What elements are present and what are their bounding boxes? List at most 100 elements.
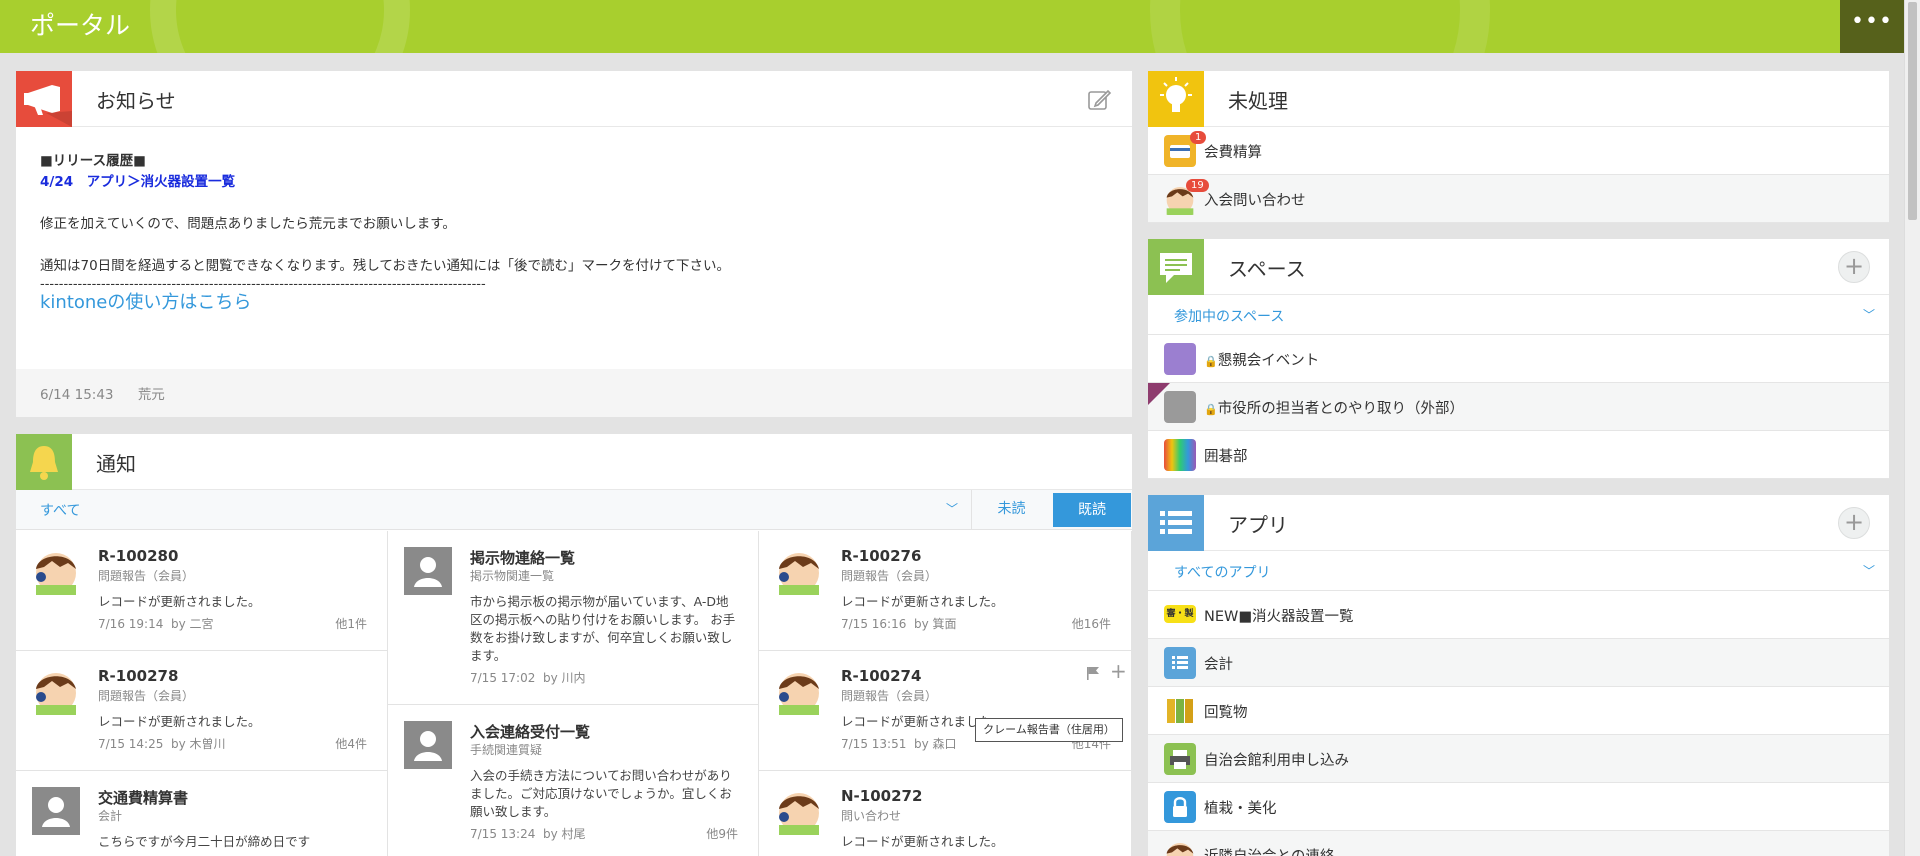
notifications-title: 通知 [96, 452, 136, 476]
pending-title: 未処理 [1228, 89, 1288, 113]
avatar [36, 553, 76, 595]
default-user-icon [404, 547, 452, 595]
notification-card[interactable]: 入会連絡受付一覧 手続関連質疑 入会の手続き方法についてお問い合わせがありました… [388, 705, 759, 856]
edit-icon[interactable] [1086, 87, 1112, 113]
notification-meta: 7/15 17:02 by 川内 [470, 671, 586, 685]
notification-count: 他1件 [335, 617, 367, 631]
app-item[interactable]: 自治会館利用申し込み [1148, 735, 1889, 783]
apps-filter[interactable]: すべてのアプリ ﹀ [1148, 551, 1889, 591]
notice-footer: 6/14 15:43 荒元 [16, 369, 1132, 417]
app-item[interactable]: 回覧物 [1148, 687, 1889, 735]
notification-app: 会計 [98, 809, 123, 823]
filter-all-dropdown[interactable]: すべて [40, 500, 80, 520]
app-item-label: 会計 [1204, 657, 1233, 673]
notification-card[interactable]: R-100280 問題報告（会員） レコードが更新されました。 7/16 19:… [16, 531, 388, 651]
more-menu-button[interactable]: ••• [1840, 0, 1904, 53]
list-icon [1164, 647, 1196, 679]
notification-app: 問題報告（会員） [98, 569, 195, 583]
notification-meta: 7/16 19:14 by 二宮 [98, 617, 214, 631]
pending-panel: 未処理 1 会費精算 19 入会問い合わせ [1148, 71, 1889, 223]
app-item[interactable]: 審・製 NEW■消火器設置一覧 [1148, 591, 1889, 639]
app-item-label: 自治会館利用申し込み [1204, 753, 1349, 769]
space-item[interactable]: 🔒市役所の担当者とのやり取り（外部） [1148, 383, 1889, 431]
notification-meta: 7/15 13:51 by 森口 [841, 737, 957, 751]
notification-card[interactable]: R-100274 問題報告（会員） レコードが更新されました。 7/15 13:… [759, 651, 1132, 771]
add-space-button[interactable]: + [1838, 251, 1870, 283]
spaces-filter-label[interactable]: 参加中のスペース [1174, 306, 1284, 326]
notification-title: 交通費精算書 [98, 789, 189, 807]
app-item[interactable]: 植栽・美化 [1148, 783, 1889, 831]
notification-title: R-100274 [841, 667, 922, 685]
notification-card[interactable]: R-100278 問題報告（会員） レコードが更新されました。 7/15 14:… [16, 651, 388, 771]
space-item-label: 🔒市役所の担当者とのやり取り（外部） [1204, 401, 1465, 417]
notification-app: 手続関連質疑 [470, 743, 543, 757]
chevron-down-icon[interactable]: ﹀ [1863, 306, 1875, 323]
lock-icon: 🔒 [1204, 403, 1218, 416]
notifications-panel: 通知 すべて ﹀ 未読 既読 R-100280 問題報告（会員） レコードが更新… [16, 434, 1132, 856]
scrollbar-thumb[interactable] [1908, 2, 1917, 220]
pending-item[interactable]: 19 入会問い合わせ [1148, 175, 1889, 223]
apps-panel: アプリ + すべてのアプリ ﹀ 審・製 NEW■消火器設置一覧 会計 回覧物 自… [1148, 495, 1889, 856]
notification-app: 問題報告（会員） [98, 689, 195, 703]
release-line[interactable]: 4/24 アプリ＞消火器設置一覧 [40, 172, 1108, 193]
lightbulb-icon [1148, 71, 1204, 127]
kintone-help-link[interactable]: kintoneの使い方はこちら [40, 292, 1108, 313]
notification-body: 入会の手続き方法についてお問い合わせがありました。ご対応頂けないでしょうか。宜し… [470, 768, 732, 819]
avatar [36, 673, 76, 715]
printer-icon [1164, 743, 1196, 775]
notification-body: こちらですが今月二十日が締め日です [98, 834, 311, 849]
notification-card[interactable]: 交通費精算書 会計 こちらですが今月二十日が締め日です [16, 771, 388, 856]
notification-filter-bar: すべて ﹀ 未読 既読 [16, 490, 1132, 530]
app-item[interactable]: 近隣自治会との連絡 [1148, 831, 1889, 856]
chevron-down-icon[interactable]: ﹀ [946, 500, 958, 517]
notification-card[interactable]: 掲示物連絡一覧 掲示物関連一覧 市から掲示板の掲示物が届いています、A-D地区の… [388, 531, 759, 705]
pending-item-label: 会費精算 [1204, 145, 1262, 161]
release-heading: ■リリース履歴■ [40, 153, 146, 169]
spaces-filter[interactable]: 参加中のスペース ﹀ [1148, 295, 1889, 335]
pending-item[interactable]: 1 会費精算 [1148, 127, 1889, 175]
notification-app: 問題報告（会員） [841, 689, 938, 703]
notice-paragraph: 修正を加えていくので、問題点ありましたら荒元までお願いします。 [40, 216, 456, 232]
space-item-label: 囲碁部 [1204, 449, 1248, 465]
notification-card[interactable]: N-100272 問い合わせ レコードが更新されました。 [759, 771, 1132, 856]
space-item-label: 🔒懇親会イベント [1204, 353, 1320, 369]
page-title: ポータル [30, 11, 131, 40]
tooltip: クレーム報告書（住居用） [975, 718, 1123, 742]
notification-count: 他9件 [706, 827, 738, 841]
notification-body: レコードが更新されました。 [98, 714, 261, 729]
flag-icon[interactable] [1085, 665, 1101, 681]
bell-icon [16, 434, 72, 490]
notice-divider: ----------------------------------------… [40, 277, 486, 292]
app-item-label: NEW■消火器設置一覧 [1204, 609, 1354, 625]
chevron-down-icon[interactable]: ﹀ [1863, 562, 1875, 579]
pending-header: 未処理 [1148, 71, 1889, 127]
plus-icon[interactable]: + [1110, 661, 1128, 681]
space-item[interactable]: 🔒懇親会イベント [1148, 335, 1889, 383]
page-scrollbar[interactable] [1904, 0, 1920, 856]
megaphone-icon [16, 71, 72, 127]
notifications-header: 通知 [16, 434, 1132, 490]
avatar [779, 553, 819, 595]
notification-app: 問題報告（会員） [841, 569, 938, 583]
notification-card[interactable]: R-100276 問題報告（会員） レコードが更新されました。 7/15 16:… [759, 531, 1132, 651]
apps-filter-label[interactable]: すべてのアプリ [1174, 562, 1270, 582]
notification-body: 市から掲示板の掲示物が届いています、A-D地区の掲示板への貼り付けをお願いします… [470, 594, 736, 663]
notification-title: R-100276 [841, 547, 922, 565]
avatar [779, 793, 819, 835]
app-item[interactable]: 会計 [1148, 639, 1889, 687]
filter-read-button[interactable]: 既読 [1053, 493, 1131, 527]
default-user-icon [32, 787, 80, 835]
app-icon: 審・製 [1164, 605, 1196, 623]
notification-app: 問い合わせ [841, 809, 902, 823]
space-item[interactable]: 囲碁部 [1148, 431, 1889, 479]
space-thumbnail [1164, 391, 1196, 423]
notification-body: レコードが更新されました。 [98, 594, 261, 609]
binders-icon [1164, 695, 1196, 727]
notification-title: 入会連絡受付一覧 [470, 723, 591, 741]
notification-title: N-100272 [841, 787, 923, 805]
add-app-button[interactable]: + [1838, 507, 1870, 539]
notice-author[interactable]: 荒元 [138, 387, 165, 403]
notification-meta: 7/15 13:24 by 村尾 [470, 827, 586, 841]
filter-unread-button[interactable]: 未読 [971, 490, 1051, 530]
notice-paragraph: 通知は70日間を経過すると閲覧できなくなります。残しておきたい通知には「後で読む… [40, 258, 731, 274]
